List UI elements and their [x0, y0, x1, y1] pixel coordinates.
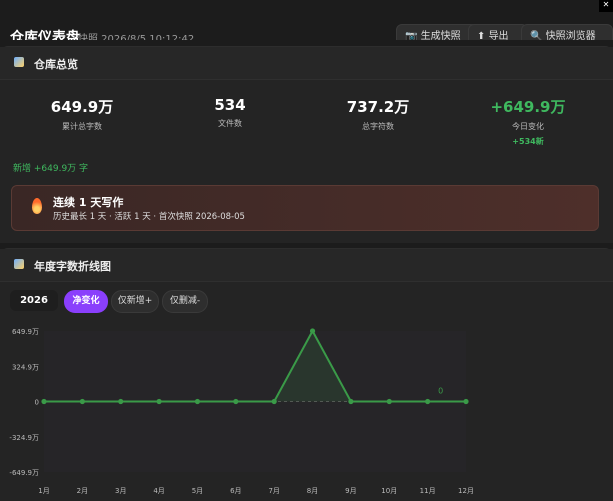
line-chart: 649.9万 324.9万 0 -324.9万 -649.9万 1月 2月 3月 4月 5月 6月 7… — [9, 328, 474, 495]
data-point — [79, 398, 85, 405]
y-tick-label: -324.9万 — [9, 434, 39, 442]
x-tick-label: 4月 — [153, 487, 164, 495]
data-point — [156, 398, 162, 405]
data-label: 0 — [438, 387, 443, 396]
x-tick-label: 7月 — [268, 487, 279, 495]
x-tick-label: 3月 — [115, 487, 126, 495]
data-point — [348, 398, 354, 405]
data-point — [463, 398, 469, 405]
x-tick-label: 9月 — [345, 487, 356, 495]
y-tick-label: 324.9万 — [12, 363, 39, 371]
data-point — [118, 398, 124, 405]
y-tick-label: 649.9万 — [12, 328, 39, 336]
data-point — [194, 398, 201, 405]
x-tick-label: 8月 — [307, 487, 318, 495]
x-tick-label: 1月 — [38, 487, 49, 495]
y-tick-label: -649.9万 — [9, 469, 39, 477]
data-point — [386, 398, 392, 405]
data-point — [233, 398, 239, 405]
x-tick-label: 12月 — [458, 487, 474, 495]
data-point — [271, 398, 277, 405]
x-tick-label: 10月 — [381, 487, 397, 495]
y-tick-label: 0 — [35, 399, 39, 407]
data-point — [41, 398, 47, 405]
data-point — [309, 328, 316, 334]
data-point — [425, 398, 431, 405]
x-tick-label: 5月 — [192, 487, 203, 495]
x-tick-label: 11月 — [420, 487, 436, 495]
x-tick-label: 2月 — [77, 487, 88, 495]
x-tick-label: 6月 — [230, 487, 241, 495]
